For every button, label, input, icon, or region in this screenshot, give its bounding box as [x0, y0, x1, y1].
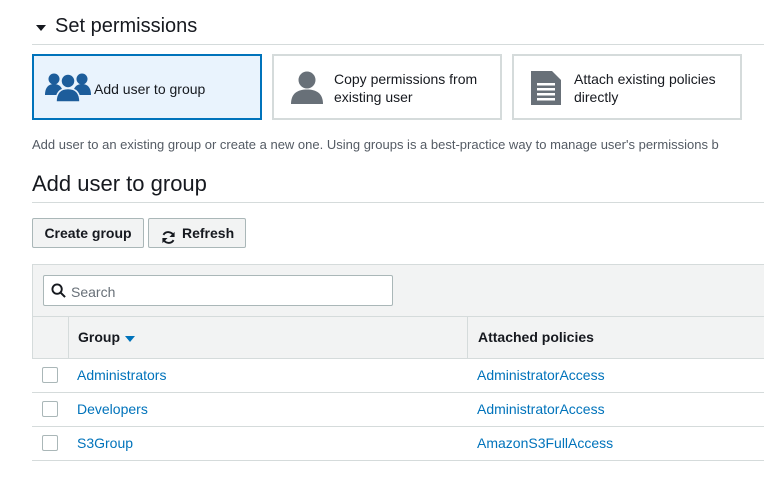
- row-checkbox[interactable]: [42, 401, 58, 417]
- permissions-description: Add user to an existing group or create …: [32, 137, 719, 152]
- policy-link[interactable]: AmazonS3FullAccess: [477, 435, 613, 451]
- group-icon: [45, 71, 91, 108]
- policy-link[interactable]: AdministratorAccess: [477, 401, 605, 417]
- row-checkbox[interactable]: [42, 367, 58, 383]
- document-icon: [531, 71, 561, 110]
- group-link[interactable]: Administrators: [77, 367, 166, 383]
- set-permissions-page: Set permissions Add user to group Copy p…: [0, 0, 764, 478]
- table-toolbar: [32, 264, 764, 317]
- add-user-to-group-header: Add user to group: [32, 166, 764, 203]
- option-attach-policies[interactable]: Attach existing policies directly: [512, 54, 742, 120]
- refresh-label: Refresh: [182, 225, 235, 241]
- option-label: Add user to group: [94, 81, 206, 97]
- caret-down-icon: [36, 25, 46, 31]
- option-add-user-to-group[interactable]: Add user to group: [32, 54, 262, 120]
- column-label: Attached policies: [478, 329, 594, 345]
- table-row[interactable]: Administrators AdministratorAccess: [32, 359, 764, 393]
- row-checkbox[interactable]: [42, 435, 58, 451]
- section-title: Set permissions: [55, 15, 198, 37]
- option-label: Copy permissions from existing user: [334, 71, 478, 105]
- sort-descending-icon[interactable]: [125, 336, 135, 342]
- table-header: Group Attached policies: [32, 316, 764, 359]
- search-input[interactable]: [69, 280, 388, 303]
- search-box[interactable]: [43, 275, 393, 306]
- column-label: Group: [78, 329, 120, 345]
- policy-link[interactable]: AdministratorAccess: [477, 367, 605, 383]
- set-permissions-header[interactable]: Set permissions: [32, 10, 764, 45]
- column-header-attached-policies[interactable]: Attached policies: [468, 317, 764, 358]
- group-link[interactable]: S3Group: [77, 435, 133, 451]
- refresh-button[interactable]: Refresh: [148, 218, 246, 248]
- group-section-title: Add user to group: [32, 171, 207, 196]
- header-checkbox-cell: [33, 317, 69, 358]
- table-row[interactable]: Developers AdministratorAccess: [32, 393, 764, 427]
- table-row[interactable]: S3Group AmazonS3FullAccess: [32, 427, 764, 461]
- search-icon: [51, 283, 66, 303]
- option-label: Attach existing policies directly: [574, 71, 716, 105]
- create-group-button[interactable]: Create group: [32, 218, 144, 248]
- user-icon: [290, 70, 324, 109]
- group-link[interactable]: Developers: [77, 401, 148, 417]
- column-header-group[interactable]: Group: [69, 317, 468, 358]
- option-copy-permissions[interactable]: Copy permissions from existing user: [272, 54, 502, 120]
- refresh-icon: [161, 226, 176, 254]
